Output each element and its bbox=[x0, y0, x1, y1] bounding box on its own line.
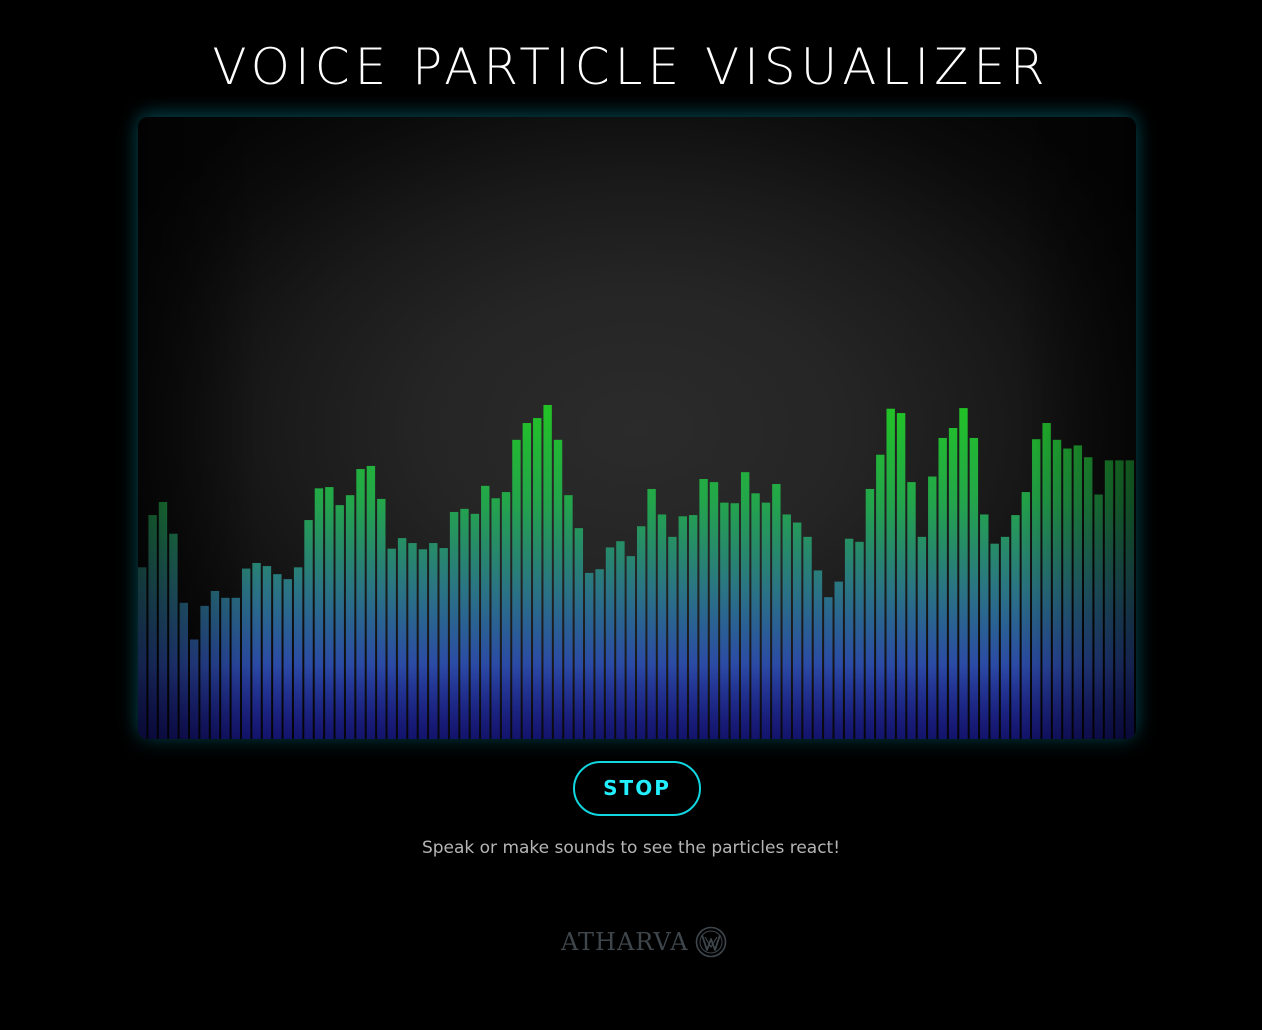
page-title: VOICE PARTICLE VISUALIZER bbox=[212, 38, 1050, 96]
instruction-text: Speak or make sounds to see the particle… bbox=[421, 838, 841, 858]
visualizer-canvas bbox=[138, 117, 1136, 739]
stop-button[interactable]: STOP bbox=[573, 761, 701, 816]
atharva-logo-icon bbox=[695, 926, 726, 958]
brand-name: ATHARVA bbox=[561, 928, 689, 956]
brand-footer: ATHARVA bbox=[561, 925, 727, 959]
bottom-vignette bbox=[138, 117, 1136, 739]
frequency-bars bbox=[138, 117, 1136, 739]
